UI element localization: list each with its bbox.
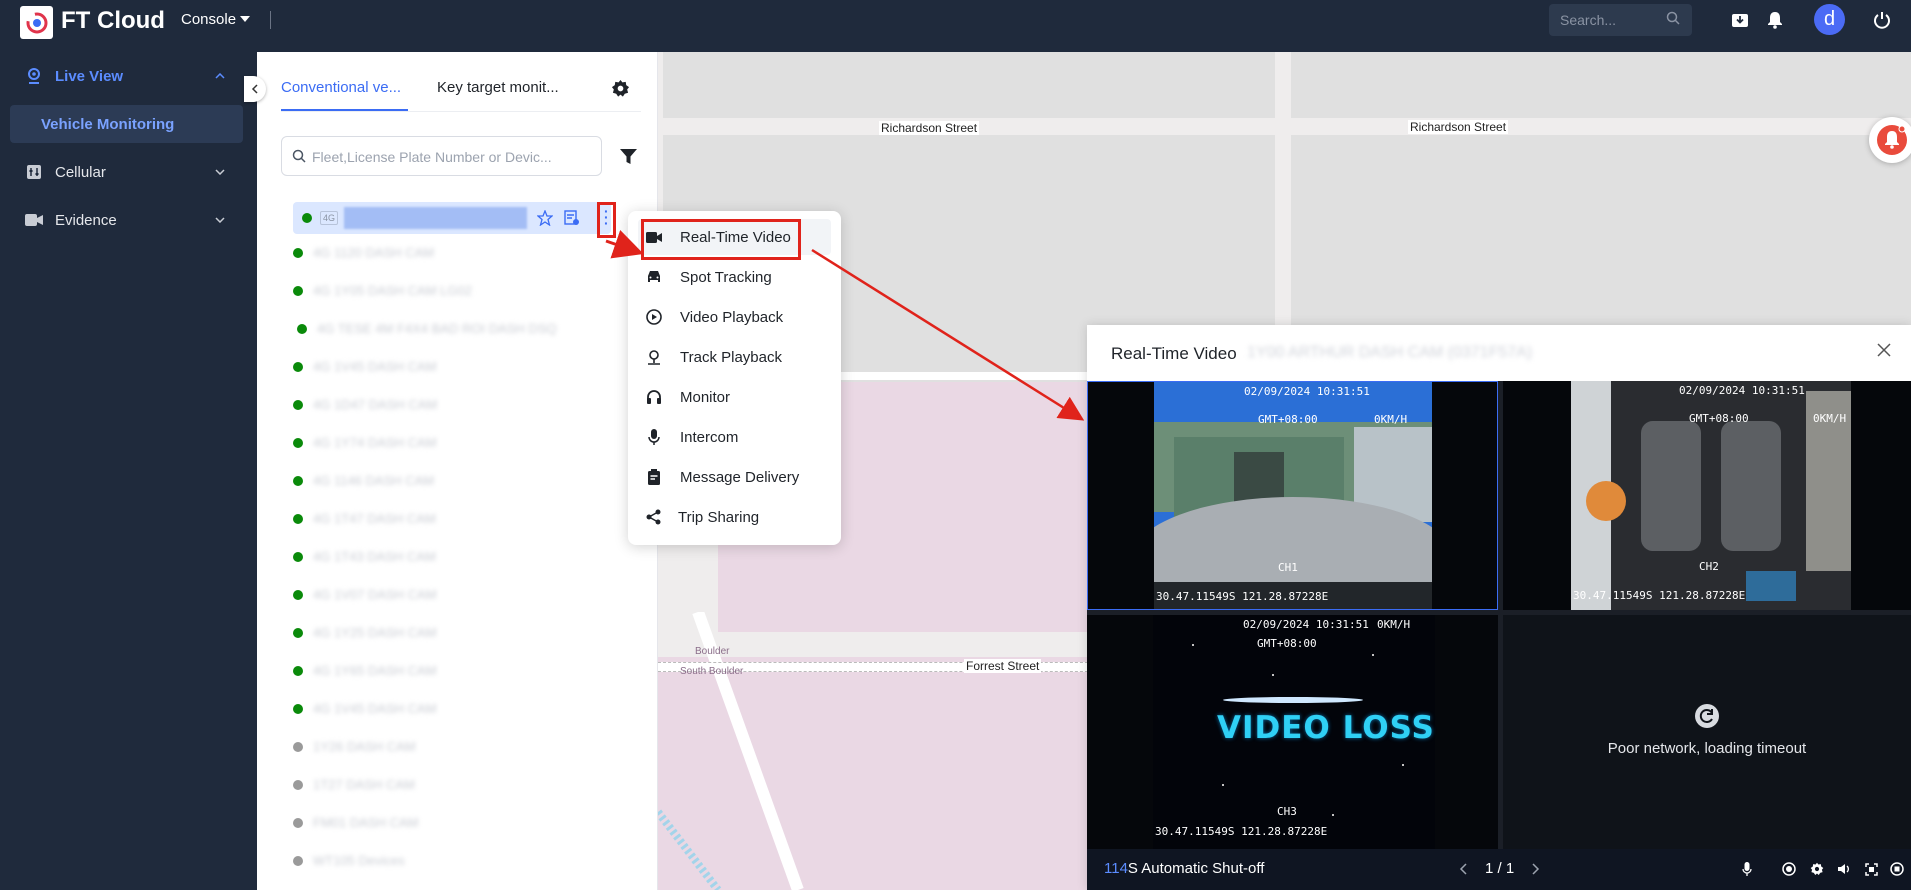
prev-page-icon[interactable] [1459, 862, 1467, 875]
auto-shutoff-countdown: 114S Automatic Shut-off [1104, 860, 1264, 877]
alarm-bell-icon [1877, 125, 1907, 155]
fullscreen-icon[interactable] [1863, 861, 1879, 877]
reload-icon[interactable] [1694, 703, 1720, 729]
ch1-coordinates: 30.47.11549S 121.28.87228E [1156, 590, 1329, 603]
video-window-device-name: 1Y00 ARTHUR DASH CAM (0371F57A) [1247, 344, 1533, 361]
video-cell-ch2[interactable]: 02/09/2024 10:31:51 GMT+08:00 0KM/H CH2 … [1503, 381, 1911, 610]
microphone-icon[interactable] [1739, 861, 1755, 877]
ch1-speed: 0KM/H [1374, 413, 1408, 426]
video-window-title: Real-Time Video [1111, 344, 1237, 363]
ch3-coordinates: 30.47.11549S 121.28.87228E [1155, 825, 1328, 838]
video-control-bar: 114S Automatic Shut-off 1 / 1 [1087, 849, 1911, 890]
shutoff-label: S Automatic Shut-off [1127, 860, 1265, 877]
alarm-bell-button[interactable] [1869, 117, 1911, 163]
close-icon[interactable] [1876, 342, 1892, 358]
video-loss-banner: VIDEO LOSS [1217, 710, 1435, 746]
video-cell-ch4[interactable]: Poor network, loading timeout [1503, 615, 1911, 849]
ch1-channel-label: CH1 [1278, 561, 1298, 574]
video-grid: 02/09/2024 10:31:51 GMT+08:00 0KM/H CH1 … [1087, 381, 1911, 849]
ch3-speed: 0KM/H [1377, 618, 1411, 631]
shutoff-seconds: 114 [1104, 860, 1128, 877]
network-timeout-message: Poor network, loading timeout [1607, 740, 1807, 757]
ch1-timezone: GMT+08:00 [1258, 413, 1318, 426]
video-pager: 1 / 1 [1459, 860, 1540, 877]
ch2-channel-label: CH2 [1699, 560, 1719, 573]
video-cell-ch1[interactable]: 02/09/2024 10:31:51 GMT+08:00 0KM/H CH1 … [1087, 381, 1498, 610]
settings-gear-icon[interactable] [1809, 861, 1825, 877]
ch3-channel-label: CH3 [1277, 805, 1297, 818]
video-cell-ch3[interactable]: 02/09/2024 10:31:51 GMT+08:00 0KM/H VIDE… [1087, 615, 1498, 849]
arrow-to-menu [605, 230, 644, 259]
ch2-coordinates: 30.47.11549S 121.28.87228E [1573, 589, 1746, 602]
ch1-timestamp: 02/09/2024 10:31:51 [1244, 385, 1370, 398]
ch2-timezone: GMT+08:00 [1689, 412, 1749, 425]
page-indicator: 1 / 1 [1485, 860, 1515, 877]
real-time-video-window: Real-Time Video 1Y00 ARTHUR DASH CAM (03… [1087, 325, 1911, 890]
ch3-timestamp: 02/09/2024 10:31:51 [1243, 618, 1369, 631]
stop-all-icon[interactable] [1889, 861, 1905, 877]
next-page-icon[interactable] [1532, 862, 1540, 875]
ch2-timestamp: 02/09/2024 10:31:51 [1679, 384, 1805, 397]
ch3-timezone: GMT+08:00 [1257, 637, 1317, 650]
record-icon[interactable] [1781, 861, 1797, 877]
arrow-to-video [811, 248, 1085, 421]
ch2-speed: 0KM/H [1813, 412, 1847, 425]
volume-icon[interactable] [1836, 861, 1852, 877]
